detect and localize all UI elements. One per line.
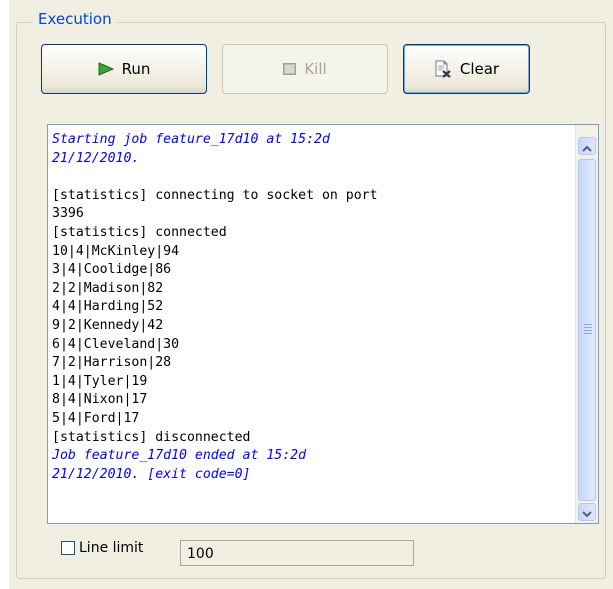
console-line: 4|4|Harding|52: [52, 299, 164, 315]
line-limit-checkbox[interactable]: [61, 541, 75, 555]
stop-icon: [283, 63, 297, 75]
clear-button[interactable]: Clear: [403, 44, 530, 94]
console-output[interactable]: Starting job feature_17d10 at 15:2d 21/12…: [47, 124, 599, 524]
console-line: 1|4|Tyler|19: [52, 373, 148, 389]
console-line: Starting job feature_17d10 at 15:2d: [52, 132, 330, 147]
console-scrollbar[interactable]: [575, 125, 598, 523]
clear-icon: [434, 60, 452, 78]
scroll-thumb[interactable]: [578, 159, 596, 501]
kill-button-label: Kill: [304, 60, 327, 78]
chevron-down-icon: [582, 503, 592, 522]
line-limit-input[interactable]: 100: [180, 540, 414, 566]
chevron-up-icon: [582, 137, 592, 156]
console-line: 7|2|Harrison|28: [52, 355, 172, 371]
console-line: 21/12/2010. [exit code=0]: [52, 466, 251, 482]
console-line: 3|4|Coolidge|86: [52, 262, 172, 278]
console-line: 2|2|Madison|82: [52, 280, 164, 296]
clear-button-label: Clear: [459, 60, 500, 78]
console-line: [statistics] connecting to socket on por…: [52, 187, 378, 203]
line-limit-label: Line limit: [79, 540, 144, 556]
console-line: [statistics] disconnected: [52, 429, 251, 445]
console-line: [statistics] connected: [52, 224, 227, 240]
run-button-label: Run: [121, 60, 151, 78]
console-line: 8|4|Nixon|17: [52, 392, 148, 408]
console-line: 21/12/2010.: [52, 150, 140, 166]
group-title: Execution: [33, 10, 117, 28]
scroll-down-button[interactable]: [578, 503, 596, 521]
console-line: 3396: [52, 206, 84, 222]
console-line: Job feature_17d10 ended at 15:2d: [52, 448, 307, 464]
console-line: 6|4|Cleveland|30: [52, 336, 180, 352]
grip-icon: [584, 324, 592, 336]
console-line: 5|4|Ford|17: [52, 410, 140, 426]
console-text: Starting job feature_17d10 at 15:2d 21/12…: [52, 131, 574, 484]
console-line: 9|2|Kennedy|42: [52, 317, 164, 333]
run-button[interactable]: Run: [41, 44, 207, 94]
console-line: 10|4|McKinley|94: [52, 243, 180, 259]
kill-button[interactable]: Kill: [222, 44, 388, 94]
scroll-up-button[interactable]: [578, 137, 596, 155]
play-icon: [98, 62, 114, 76]
